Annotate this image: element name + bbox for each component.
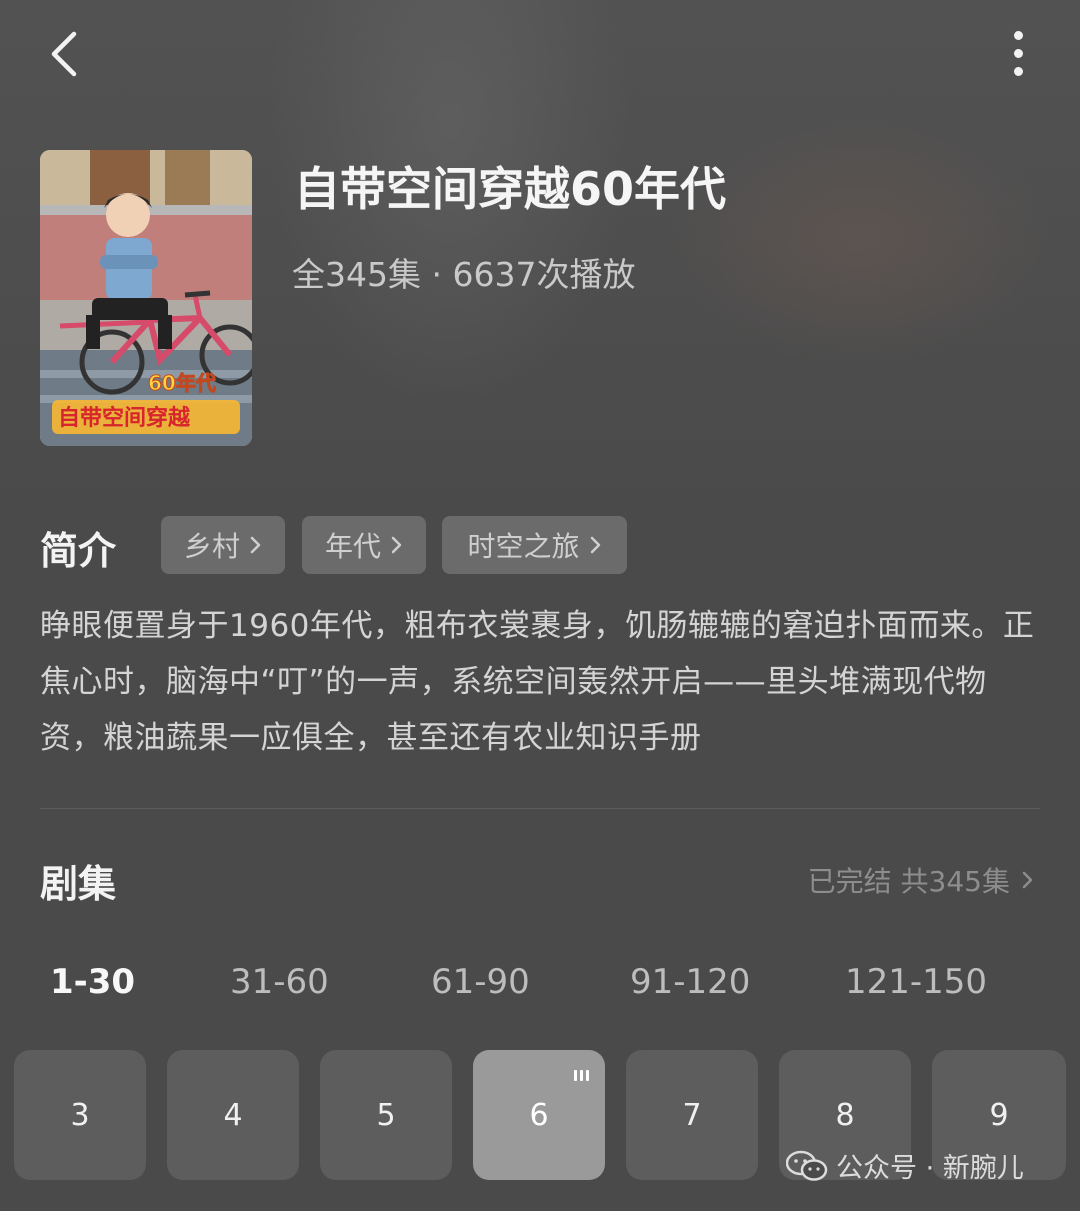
tag-label: 年代	[324, 530, 381, 563]
more-button[interactable]	[996, 26, 1042, 82]
now-playing-icon	[574, 1070, 589, 1081]
episode-number: 5	[376, 1097, 396, 1133]
episodes-status-link[interactable]: 已完结 共345集	[808, 860, 1034, 900]
range-tab-121-150[interactable]: 121-150	[845, 962, 987, 1002]
episode-number: 4	[223, 1097, 243, 1133]
range-tab-31-60[interactable]: 31-60	[230, 962, 329, 1002]
more-dot	[1014, 49, 1023, 58]
wechat-icon	[786, 1150, 828, 1181]
episode-button[interactable]: 5	[320, 1050, 452, 1180]
episode-number: 9	[989, 1097, 1009, 1133]
episode-button[interactable]: 3	[14, 1050, 146, 1180]
episode-button-current[interactable]: 6	[473, 1050, 605, 1180]
more-dot	[1014, 67, 1023, 76]
drama-meta: 全345集 · 6637次播放	[292, 255, 636, 294]
episode-number: 7	[682, 1097, 702, 1133]
chevron-right-icon	[1022, 871, 1033, 889]
drama-cover[interactable]: 60年代 自带空间穿越	[40, 150, 252, 446]
intro-description: 睁眼便置身于1960年代，粗布衣裳裹身，饥肠辘辘的窘迫扑面而来。正焦心时，脑海中…	[40, 608, 1035, 756]
episode-number: 8	[835, 1097, 855, 1133]
episode-button[interactable]: 7	[626, 1050, 758, 1180]
chevron-right-icon	[590, 536, 600, 554]
range-tab-61-90[interactable]: 61-90	[431, 962, 530, 1002]
watermark: 公众号 · 新腕儿	[786, 1146, 1024, 1185]
cover-illustration: 60年代 自带空间穿越	[40, 150, 252, 446]
chevron-right-icon	[391, 536, 402, 554]
range-tab-1-30[interactable]: 1-30	[50, 962, 135, 1002]
tag-era[interactable]: 年代	[302, 516, 426, 574]
back-button[interactable]	[42, 26, 92, 82]
episode-number: 6	[529, 1097, 549, 1133]
cover-title: 自带空间穿越	[58, 405, 191, 431]
chevron-left-icon	[51, 31, 77, 77]
episode-button[interactable]: 4	[167, 1050, 299, 1180]
intro-label: 简介	[40, 529, 117, 573]
tag-label: 乡村	[183, 530, 240, 563]
chevron-right-icon	[250, 536, 261, 554]
episode-number: 3	[70, 1097, 90, 1133]
drama-title: 自带空间穿越60年代	[294, 162, 727, 216]
divider	[40, 808, 1040, 809]
watermark-text: 公众号 · 新腕儿	[836, 1153, 1024, 1184]
tag-label: 时空之旅	[467, 530, 580, 563]
tag-rural[interactable]: 乡村	[161, 516, 285, 574]
range-tab-91-120[interactable]: 91-120	[630, 962, 750, 1002]
cover-subtitle: 60年代	[148, 371, 216, 395]
tag-time-travel[interactable]: 时空之旅	[442, 516, 627, 574]
episodes-label: 剧集	[40, 862, 117, 906]
episodes-status: 已完结 共345集	[807, 865, 1010, 898]
more-vertical-icon	[1014, 31, 1023, 40]
